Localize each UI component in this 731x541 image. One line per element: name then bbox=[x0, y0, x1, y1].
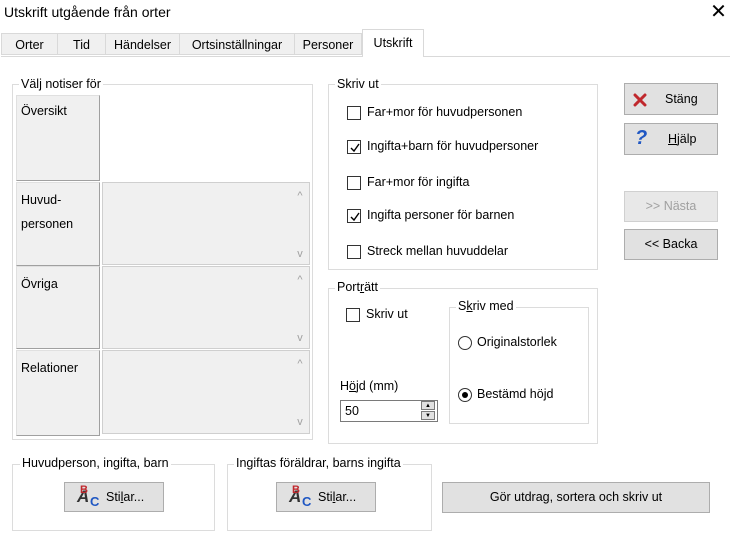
height-label: Höjd (mm) bbox=[340, 379, 399, 393]
styles-group-ingifta-label: Ingiftas föräldrar, barns ingifta bbox=[234, 456, 403, 470]
tab-tid[interactable]: Tid bbox=[57, 33, 106, 55]
styles-button-label: Stilar... bbox=[106, 490, 145, 504]
spin-up-icon[interactable]: ▲ bbox=[421, 401, 435, 410]
run-print-button[interactable]: Gör utdrag, sortera och skriv ut bbox=[442, 482, 710, 513]
close-button[interactable]: Stäng bbox=[624, 83, 718, 115]
checkbox-ingifta-for-barnen[interactable] bbox=[347, 209, 361, 223]
checkbox-streck-huvuddelar[interactable] bbox=[347, 245, 361, 259]
row-label-huvud: Huvud- bbox=[21, 193, 62, 207]
portrait-print-label: Skriv ut bbox=[366, 307, 408, 321]
spin-down-icon[interactable]: ▼ bbox=[421, 411, 435, 420]
row-label-ovriga: Övriga bbox=[21, 277, 58, 291]
checkbox-far-mor-ingifta[interactable] bbox=[347, 176, 361, 190]
row-label-oversikt: Översikt bbox=[21, 104, 67, 118]
option-label: Ingifta personer för barnen bbox=[367, 208, 515, 222]
huvudpersonen-notes-field: ^ v bbox=[102, 182, 310, 265]
option-label: Streck mellan huvuddelar bbox=[367, 244, 509, 258]
write-with-group bbox=[449, 307, 589, 424]
radio-label: Bestämd höjd bbox=[477, 387, 554, 401]
radio-label: Originalstorlek bbox=[477, 335, 557, 349]
row-button-relationer[interactable]: Relationer bbox=[16, 350, 100, 436]
styles-button-main[interactable]: A B C Stilar... bbox=[64, 482, 164, 512]
tab-handelser[interactable]: Händelser bbox=[105, 33, 180, 55]
checkbox-far-mor-huvudperson[interactable] bbox=[347, 106, 361, 120]
close-window-icon[interactable]: ✕ bbox=[706, 0, 731, 25]
option-label: Ingifta+barn för huvudpersoner bbox=[367, 139, 539, 153]
styles-button-label: Stilar... bbox=[318, 490, 357, 504]
tab-utskrift[interactable]: Utskrift bbox=[362, 29, 424, 57]
row-button-huvudpersonen[interactable]: Huvud- personen bbox=[16, 182, 100, 266]
styles-button-ingifta[interactable]: A B C Stilar... bbox=[276, 482, 376, 512]
radio-originalstorlek[interactable] bbox=[458, 336, 472, 350]
question-icon: ? bbox=[635, 127, 648, 149]
help-button[interactable]: ? Hjälp bbox=[624, 123, 718, 155]
print-options-label: Skriv ut bbox=[335, 77, 381, 91]
radio-bestamd-hojd[interactable] bbox=[458, 388, 472, 402]
scroll-down-arrow: v bbox=[297, 332, 303, 344]
row-button-oversikt[interactable]: Översikt bbox=[16, 95, 100, 181]
styles-icon: A B C bbox=[289, 484, 312, 509]
row-button-ovriga[interactable]: Övriga bbox=[16, 266, 100, 349]
checkbox-ingifta-barn-huvudpersoner[interactable] bbox=[347, 140, 361, 154]
scroll-up-arrow: ^ bbox=[297, 358, 303, 370]
option-label: Far+mor för ingifta bbox=[367, 175, 470, 189]
tab-ortsinstallningar[interactable]: Ortsinställningar bbox=[179, 33, 295, 55]
styles-icon: A B C bbox=[77, 484, 100, 509]
scroll-up-arrow: ^ bbox=[297, 190, 303, 202]
close-button-label: Stäng bbox=[665, 92, 698, 106]
back-button[interactable]: << Backa bbox=[624, 229, 718, 260]
height-spinner[interactable]: ▲ ▼ bbox=[421, 401, 435, 421]
write-with-label: Skriv med bbox=[456, 299, 516, 313]
checkbox-portrait-print[interactable] bbox=[346, 308, 360, 322]
oversikt-notes-field[interactable] bbox=[101, 96, 310, 180]
window-title: Utskrift utgående från orter bbox=[4, 4, 171, 20]
row-label-personen: personen bbox=[21, 217, 74, 231]
red-x-icon bbox=[633, 93, 647, 107]
styles-group-main-label: Huvudperson, ingifta, barn bbox=[20, 456, 171, 470]
tab-orter[interactable]: Orter bbox=[1, 33, 58, 55]
portrait-group-label: Porträtt bbox=[335, 280, 381, 294]
row-label-relationer: Relationer bbox=[21, 361, 78, 375]
help-button-label: Hjälp bbox=[668, 132, 697, 146]
scroll-down-arrow: v bbox=[297, 248, 303, 260]
scroll-up-arrow: ^ bbox=[297, 274, 303, 286]
relationer-notes-field: ^ v bbox=[102, 350, 310, 434]
option-label: Far+mor för huvudpersonen bbox=[367, 105, 523, 119]
ovriga-notes-field: ^ v bbox=[102, 266, 310, 349]
notices-group-label: Välj notiser för bbox=[19, 77, 103, 91]
next-button[interactable]: >> Nästa bbox=[624, 191, 718, 222]
scroll-down-arrow: v bbox=[297, 416, 303, 428]
tab-personer[interactable]: Personer bbox=[294, 33, 362, 55]
